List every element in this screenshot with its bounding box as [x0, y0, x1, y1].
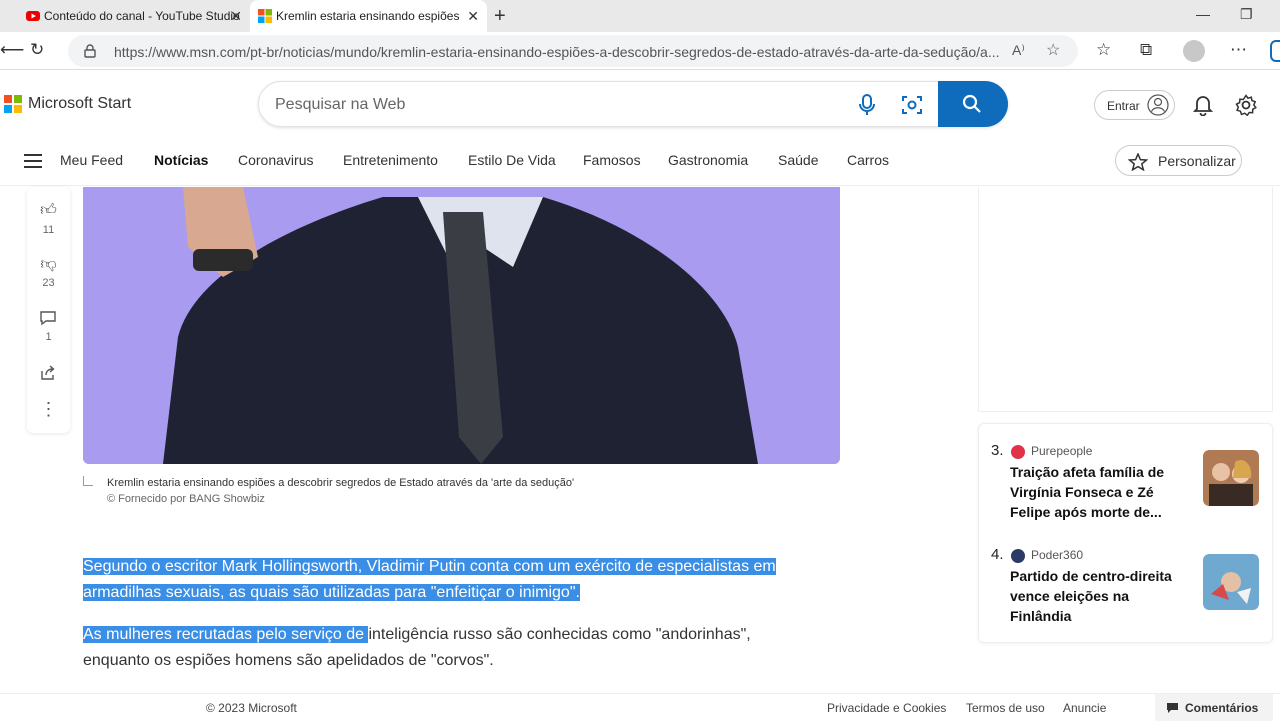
minimize-icon[interactable]: — [1196, 6, 1210, 22]
nav-item-noticias[interactable]: Notícias [154, 152, 208, 168]
new-tab-icon[interactable]: + [494, 5, 506, 28]
paragraph-text: Segundo o escritor Mark Hollingsworth, V… [83, 558, 776, 575]
settings-gear-icon[interactable] [1235, 94, 1257, 116]
profile-avatar[interactable] [1183, 40, 1205, 62]
notifications-bell-icon[interactable] [1193, 94, 1213, 116]
microphone-icon[interactable] [859, 94, 875, 116]
like-count: 11 [42, 224, 55, 236]
signin-button[interactable]: Entrar [1094, 90, 1175, 120]
user-icon [1147, 94, 1169, 116]
msn-icon [258, 9, 272, 23]
reload-icon[interactable]: ↻ [30, 40, 44, 60]
tab-youtube-studio[interactable]: Conteúdo do canal - YouTube Studio ✕ [18, 0, 250, 32]
sidebar-toggle-icon[interactable] [1270, 40, 1280, 62]
page-footer: © 2023 Microsoft Privacidade e Cookies T… [0, 693, 1280, 721]
headline[interactable]: Traição afeta família de Virgínia Fonsec… [1010, 462, 1175, 522]
back-icon[interactable]: ⟵ [0, 40, 24, 60]
more-options-icon[interactable]: ⋮ [27, 399, 70, 420]
comments-label: Comentários [1185, 701, 1259, 715]
like-icon[interactable]: 👍︎ [27, 201, 70, 220]
visual-search-icon[interactable] [901, 94, 923, 116]
search-input[interactable]: Pesquisar na Web [275, 96, 405, 114]
source-name: Purepeople [1031, 444, 1093, 458]
more-menu-icon[interactable]: ⋯ [1230, 40, 1247, 60]
search-button[interactable] [938, 81, 1008, 127]
privacy-link[interactable]: Privacidade e Cookies [827, 701, 946, 715]
source-logo-icon [1011, 445, 1025, 459]
comment-icon[interactable] [39, 310, 57, 326]
paragraph-text: armadilhas sexuais, as quais são utiliza… [83, 584, 580, 601]
advertise-link[interactable]: Anuncie [1063, 701, 1106, 715]
tab-kremlin-article[interactable]: Kremlin estaria ensinando espiões ✕ [250, 0, 487, 32]
article-hero-image [83, 187, 840, 464]
nav-item-carros[interactable]: Carros [847, 152, 889, 168]
lock-icon [84, 44, 96, 58]
paragraph-text: enquanto os espiões homens são apelidado… [83, 652, 494, 669]
ad-panel [978, 187, 1273, 412]
comment-icon [1167, 703, 1178, 713]
article-thumbnail[interactable] [1203, 554, 1259, 610]
browser-toolbar: ⟵ ↻ https://www.msn.com/pt-br/noticias/m… [0, 32, 1280, 70]
brand-name[interactable]: Microsoft Start [28, 95, 131, 113]
reaction-rail: 👍︎ 11 👎︎ 23 1 ⋮ [27, 187, 70, 433]
close-tab-icon[interactable]: ✕ [230, 8, 242, 25]
share-icon[interactable] [40, 365, 56, 381]
collections-icon[interactable]: ⧉ [1140, 40, 1152, 60]
trending-list: 3. Purepeople Traição afeta família de V… [978, 423, 1273, 643]
caption-marker [83, 476, 93, 486]
favorites-icon[interactable]: ☆ [1096, 40, 1111, 60]
tab-title: Kremlin estaria ensinando espiões [276, 9, 460, 23]
nav-item-estilo-de-vida[interactable]: Estilo De Vida [468, 152, 556, 168]
maximize-icon[interactable]: ❐ [1240, 6, 1253, 23]
paragraph-highlight: As mulheres recrutadas pelo serviço de [83, 626, 369, 643]
microsoft-logo-icon[interactable] [4, 95, 22, 113]
list-item[interactable]: 4. Poder360 Partido de centro-direita ve… [979, 546, 1274, 646]
dislike-count: 23 [42, 277, 55, 289]
hamburger-menu-icon[interactable] [24, 154, 42, 168]
paragraph-text: inteligência russo são conhecidas como "… [368, 626, 751, 643]
putin-photo [83, 187, 840, 464]
nav-item-coronavirus[interactable]: Coronavirus [238, 152, 313, 168]
nav-item-gastronomia[interactable]: Gastronomia [668, 152, 748, 168]
category-nav: Meu Feed Notícias Coronavirus Entretenim… [0, 138, 1280, 186]
list-item[interactable]: 3. Purepeople Traição afeta família de V… [979, 442, 1274, 542]
source-name: Poder360 [1031, 548, 1084, 562]
terms-link[interactable]: Termos de uso [966, 701, 1045, 715]
article-paragraph-1: Segundo o escritor Mark Hollingsworth, V… [83, 554, 823, 606]
dislike-icon[interactable]: 👎︎ [27, 255, 70, 274]
read-aloud-icon[interactable]: A⁾ [1012, 42, 1025, 59]
article-thumbnail[interactable] [1203, 450, 1259, 506]
image-credit: © Fornecido por BANG Showbiz [107, 493, 265, 505]
nav-item-famosos[interactable]: Famosos [583, 152, 641, 168]
search-box[interactable]: Pesquisar na Web [258, 81, 1008, 127]
youtube-icon [26, 11, 40, 21]
address-bar[interactable]: https://www.msn.com/pt-br/noticias/mundo… [68, 35, 1078, 67]
copyright-text: © 2023 Microsoft [206, 701, 297, 715]
favorite-star-icon[interactable]: ☆ [1046, 40, 1060, 60]
browser-tab-strip: Conteúdo do canal - YouTube Studio ✕ Kre… [0, 0, 1280, 32]
site-header: Microsoft Start Pesquisar na Web Entrar [0, 70, 1280, 138]
article-area: 👍︎ 11 👎︎ 23 1 ⋮ Kremlin estaria ensinand… [0, 187, 1280, 689]
url-text: https://www.msn.com/pt-br/noticias/mundo… [114, 44, 1000, 60]
search-icon [962, 94, 981, 113]
rank-number: 4. [991, 546, 1004, 563]
source-logo-icon [1011, 549, 1025, 563]
personalize-label: Personalizar [1158, 153, 1236, 169]
nav-item-entretenimento[interactable]: Entretenimento [343, 152, 438, 168]
nav-item-meu-feed[interactable]: Meu Feed [60, 152, 123, 168]
rank-number: 3. [991, 442, 1004, 459]
tab-title: Conteúdo do canal - YouTube Studio [44, 9, 240, 23]
star-sparkle-icon [1128, 153, 1148, 171]
comments-button[interactable]: Comentários [1155, 694, 1273, 721]
close-tab-icon[interactable]: ✕ [467, 8, 479, 25]
image-caption: Kremlin estaria ensinando espiões a desc… [107, 477, 575, 489]
nav-item-saude[interactable]: Saúde [778, 152, 818, 168]
headline[interactable]: Partido de centro-direita vence eleições… [1010, 566, 1175, 626]
article-paragraph-2: As mulheres recrutadas pelo serviço de i… [83, 622, 823, 674]
personalize-button[interactable]: Personalizar [1115, 145, 1242, 176]
comment-count: 1 [45, 331, 52, 343]
signin-label: Entrar [1107, 99, 1140, 113]
